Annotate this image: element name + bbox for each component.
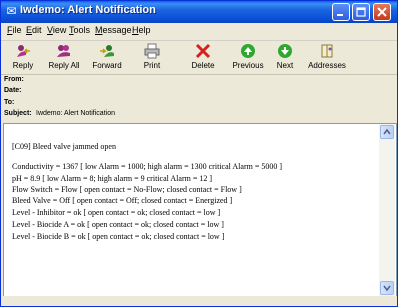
forward-icon xyxy=(100,45,114,57)
menu-tools[interactable]: Tools xyxy=(69,25,90,35)
scroll-down-button[interactable] xyxy=(380,281,394,295)
reply-all-icon xyxy=(57,45,70,57)
next-icon xyxy=(278,44,292,58)
menu-message[interactable]: Message xyxy=(95,25,132,35)
menu-view[interactable]: View xyxy=(47,25,66,35)
vertical-scrollbar[interactable] xyxy=(379,124,395,296)
message-window: ✉ Iwdemo: Alert Notification File Edit V… xyxy=(0,0,398,307)
clipped-text-fragment xyxy=(12,123,177,127)
minimize-button[interactable] xyxy=(332,3,350,21)
menu-bar: File Edit View Tools Message Help xyxy=(1,23,397,58)
delete-icon xyxy=(195,43,211,59)
status-bar xyxy=(1,296,397,306)
from-label: From: xyxy=(4,76,24,83)
print-label: Print xyxy=(143,61,161,70)
body-line: Flow Switch = Flow [ open contact = No-F… xyxy=(12,185,242,194)
toolbar: Reply Reply All Forward Print Delete Pre… xyxy=(1,41,397,75)
body-line: Level - Inhibitor = ok [ open contact = … xyxy=(12,208,221,217)
body-line: Level - Biocide A = ok [ open contact = … xyxy=(12,220,224,229)
delete-button[interactable]: Delete xyxy=(183,42,223,73)
scroll-up-button[interactable] xyxy=(380,125,394,139)
menu-edit[interactable]: Edit xyxy=(26,25,42,35)
message-body[interactable]: [C09] Bleed valve jammed open Conductivi… xyxy=(3,123,397,298)
body-line: Bleed Valve = Off [ open contact = Off; … xyxy=(12,196,233,205)
body-line: pH = 8.9 [ low Alarm = 8; high alarm = 9… xyxy=(12,174,213,183)
maximize-button[interactable] xyxy=(352,3,370,21)
envelope-icon: ✉ xyxy=(6,4,17,18)
minimize-icon xyxy=(337,14,343,16)
forward-button[interactable]: Forward xyxy=(87,42,127,73)
subject-label: Subject: xyxy=(4,110,32,117)
previous-icon xyxy=(241,44,255,58)
scroll-down-arrow-icon xyxy=(383,285,391,292)
addresses-icon xyxy=(321,44,333,58)
cut-off-line xyxy=(12,123,177,127)
addresses-button[interactable]: Addresses xyxy=(307,42,347,73)
menu-file[interactable]: File xyxy=(7,25,22,35)
maximize-icon xyxy=(356,7,366,17)
print-icon xyxy=(144,43,160,59)
body-line: [C09] Bleed valve jammed open xyxy=(12,142,116,151)
body-line: Level - Biocide B = ok [ open contact = … xyxy=(12,232,225,241)
scroll-up-arrow-icon xyxy=(383,128,391,135)
date-label: Date: xyxy=(4,87,22,94)
reply-all-button[interactable]: Reply All xyxy=(44,42,84,73)
subject-value: Iwdemo: Alert Notification xyxy=(36,110,115,117)
body-line: Conductivity = 1367 [ low Alarm = 1000; … xyxy=(12,162,283,171)
close-button[interactable] xyxy=(373,3,391,21)
next-button[interactable]: Next xyxy=(265,42,305,73)
print-button[interactable]: Print xyxy=(132,42,172,73)
window-title: Iwdemo: Alert Notification xyxy=(20,4,156,16)
message-headers: From: Date: To: Subject: Iwdemo: Alert N… xyxy=(1,75,397,123)
addresses-label: Addresses xyxy=(308,61,346,70)
reply-button[interactable]: Reply xyxy=(3,42,43,73)
close-icon xyxy=(377,7,387,17)
menu-help[interactable]: Help xyxy=(132,25,151,35)
to-label: To: xyxy=(4,99,15,106)
reply-icon xyxy=(17,45,30,57)
title-bar[interactable]: ✉ Iwdemo: Alert Notification xyxy=(1,1,397,23)
